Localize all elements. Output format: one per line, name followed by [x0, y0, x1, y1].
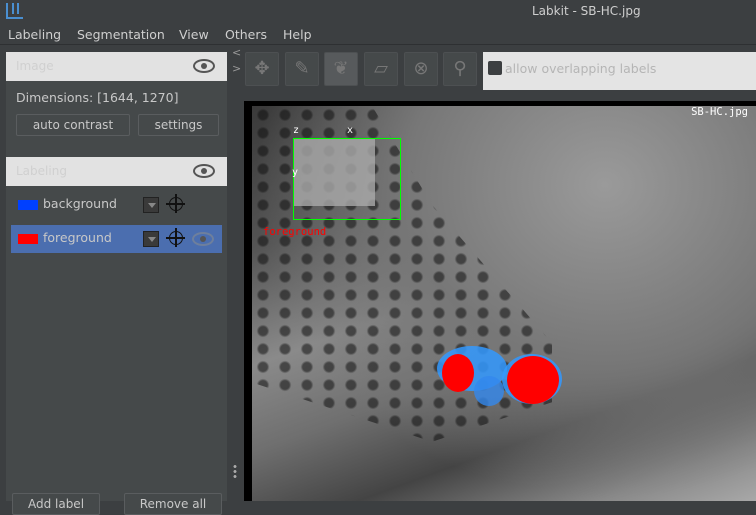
move-tool-button[interactable]: ✥ — [245, 52, 279, 86]
viewport-indicator — [294, 139, 375, 206]
axis-y-label: y — [292, 167, 299, 178]
eraser-tool-button[interactable]: ▱ — [364, 52, 398, 86]
image-panel: Dimensions: [1644, 1270] auto contrast s… — [6, 81, 227, 157]
flood-erase-tool-button[interactable]: ⊗ — [404, 52, 438, 86]
filename-overlay: SB-HC.jpg — [691, 106, 748, 118]
allow-overlap-label: allow overlapping labels — [505, 61, 657, 76]
eyedropper-icon: ⚲ — [453, 58, 467, 79]
add-label-button[interactable]: Add label — [12, 493, 100, 515]
eraser-icon: ▱ — [374, 58, 388, 79]
move-icon: ✥ — [254, 58, 270, 79]
title-bar: Labkit - SB-HC.jpg — [0, 0, 756, 24]
label-row-background[interactable]: background — [11, 191, 222, 219]
expand-right-icon[interactable]: > — [232, 62, 241, 75]
label-name: foreground — [43, 230, 112, 245]
pencil-icon: ✎ — [294, 58, 310, 79]
settings-button[interactable]: settings — [138, 114, 219, 136]
eye-icon[interactable] — [193, 59, 215, 73]
crosshair-icon[interactable] — [166, 194, 185, 213]
image-panel-title: Image — [16, 59, 54, 73]
labeling-panel-header[interactable]: Labeling — [6, 157, 227, 186]
active-label-overlay: foreground — [263, 226, 327, 238]
remove-all-button[interactable]: Remove all — [124, 493, 222, 515]
axis-z-label: z — [293, 125, 300, 136]
flood-fill-icon: ❦ — [333, 58, 349, 79]
label-color-swatch[interactable] — [18, 234, 38, 244]
window-title: Labkit - SB-HC.jpg — [532, 4, 641, 18]
label-name: background — [43, 196, 117, 211]
eyedropper-tool-button[interactable]: ⚲ — [443, 52, 477, 86]
splitter-handle[interactable] — [233, 464, 237, 478]
pencil-tool-button[interactable]: ✎ — [285, 52, 319, 86]
side-panel: Image Dimensions: [1644, 1270] auto cont… — [0, 46, 230, 515]
image-viewer[interactable]: SB-HC.jpg z x y foreground — [244, 101, 756, 501]
dimensions-text: Dimensions: [1644, 1270] — [16, 90, 179, 105]
labeling-panel-title: Labeling — [16, 164, 67, 178]
label-color-swatch[interactable] — [18, 200, 38, 210]
image-panel-header[interactable]: Image — [6, 52, 227, 81]
eye-icon[interactable] — [193, 164, 215, 178]
allow-overlap-checkbox[interactable] — [488, 61, 502, 75]
menu-labeling[interactable]: Labeling — [8, 27, 61, 42]
flood-erase-icon: ⊗ — [413, 58, 429, 79]
menu-bar: Labeling Segmentation View Others Help — [0, 24, 756, 45]
menu-others[interactable]: Others — [225, 27, 267, 42]
collapse-left-icon[interactable]: < — [232, 46, 241, 59]
label-row-foreground[interactable]: foreground — [11, 225, 222, 253]
eye-icon[interactable] — [192, 232, 214, 246]
axis-x-label: x — [347, 125, 354, 136]
allow-overlap-option[interactable]: allow overlapping labels — [483, 52, 756, 90]
label-options-dropdown[interactable] — [143, 231, 159, 247]
fiji-logo-icon — [6, 3, 23, 19]
navigation-box[interactable] — [293, 138, 401, 220]
menu-help[interactable]: Help — [283, 27, 312, 42]
label-options-dropdown[interactable] — [143, 197, 159, 213]
crosshair-icon[interactable] — [166, 228, 185, 247]
menu-segmentation[interactable]: Segmentation — [77, 27, 165, 42]
menu-view[interactable]: View — [179, 27, 209, 42]
auto-contrast-button[interactable]: auto contrast — [16, 114, 130, 136]
flood-fill-tool-button[interactable]: ❦ — [324, 52, 358, 86]
